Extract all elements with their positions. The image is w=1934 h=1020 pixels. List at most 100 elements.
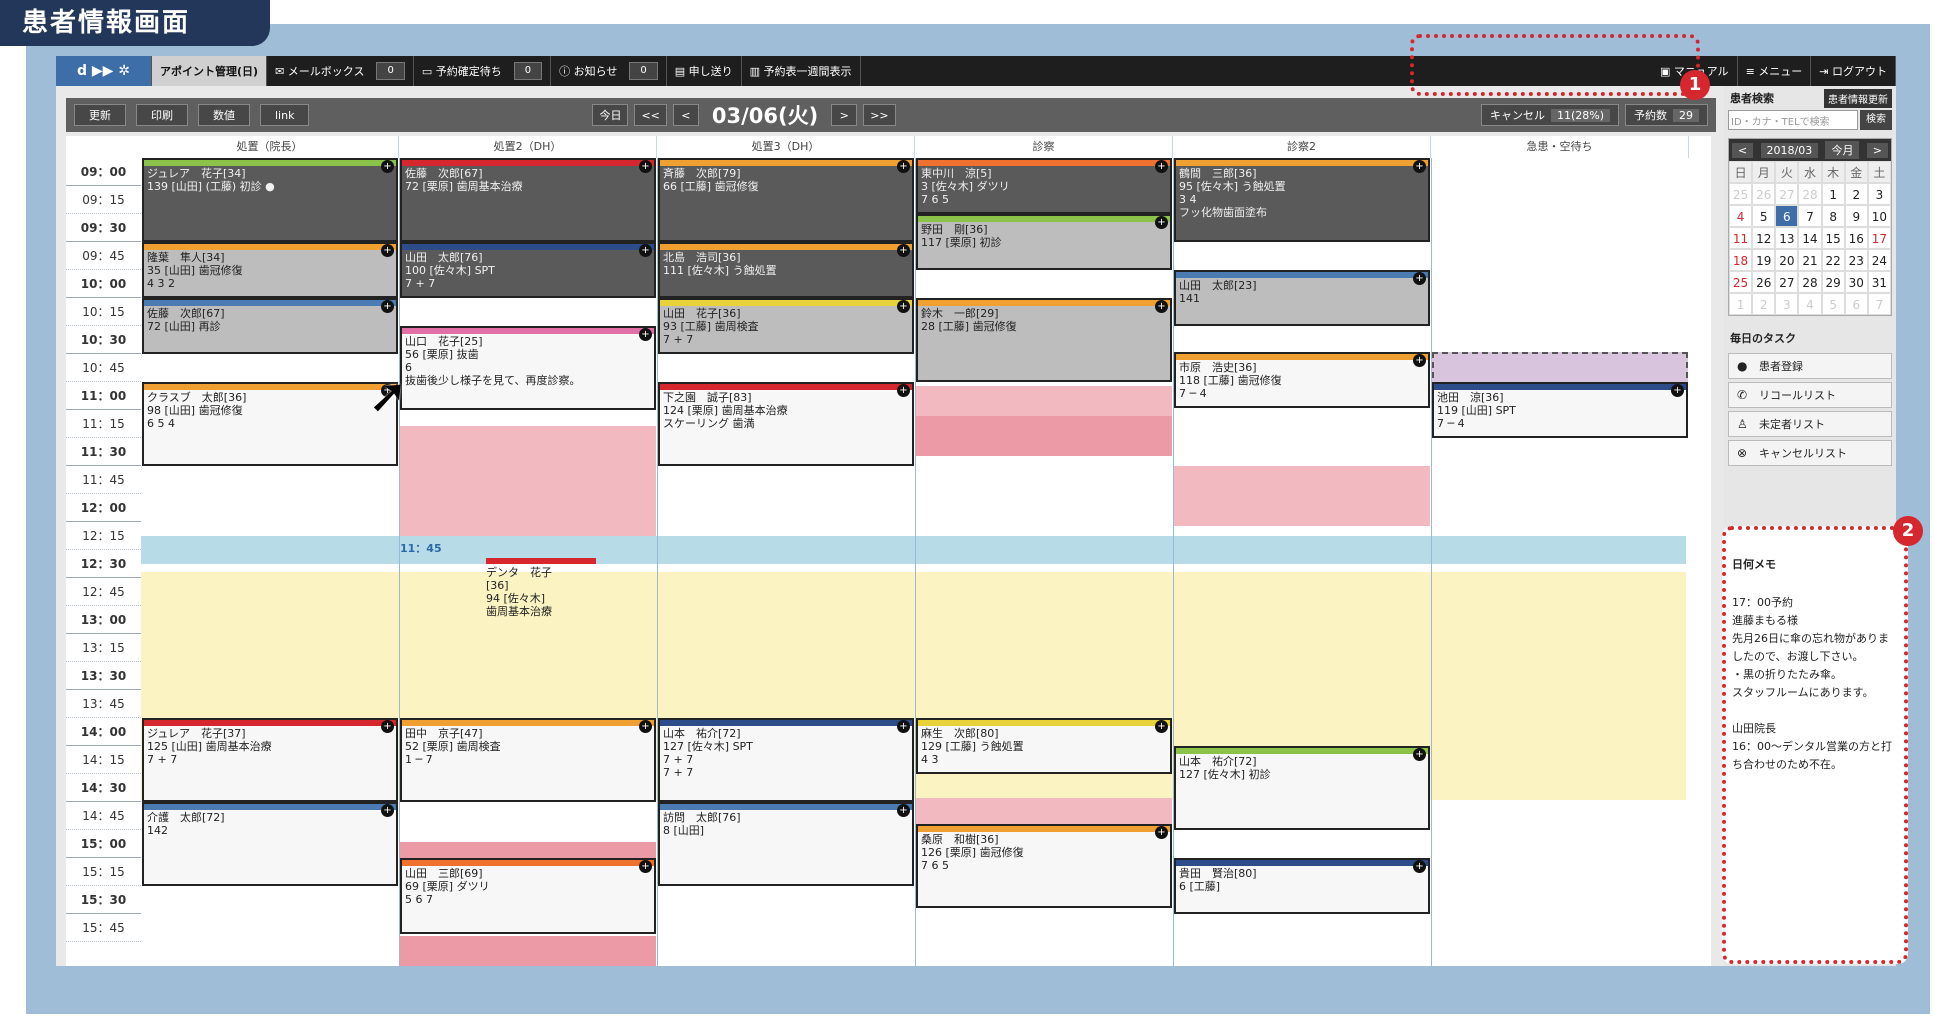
add-icon[interactable]: + [1413,354,1426,367]
appointment-card[interactable]: 池田 涼[36] 119 [山田] SPT 7 ─ 4 + [1432,382,1688,438]
task-patient-register[interactable]: ● 患者登録 [1728,353,1892,379]
appointment-card[interactable]: 山田 花子[36] 93 [工藤] 歯周検査 7 + 7 + [658,298,914,354]
cal-prev-button[interactable]: < [1732,142,1754,158]
nav-menu[interactable]: ≡ メニュー [1738,56,1812,86]
search-button[interactable]: 検索 [1860,110,1892,130]
appointment-card[interactable]: ジュレア 花子[34] 139 [山田] (工藤) 初診 ● + [142,158,398,242]
appointment-card[interactable]: 山田 三郎[69] 69 [栗原] ダツリ 5 6 7 + [400,858,656,934]
nav-notice[interactable]: ⓘ お知らせ 0 [551,56,667,86]
calendar-day[interactable]: 26 [1752,271,1776,293]
add-icon[interactable]: + [639,720,652,733]
calendar-day[interactable]: 9 [1844,205,1868,227]
free-slot[interactable] [916,416,1172,456]
appointment-card[interactable]: 東中川 涼[5] 3 [佐々木] ダツリ 7 6 5 + [916,158,1172,214]
cal-next-button[interactable]: > [1866,142,1888,158]
nav-handover[interactable]: ▤ 申し送り [667,56,742,86]
add-icon[interactable]: + [381,244,394,257]
calendar-day[interactable]: 5 [1821,293,1845,315]
appointment-card[interactable]: 山口 花子[25] 56 [栗原] 抜歯 6 抜歯後少し様子を見て、再度診察。 + [400,326,656,410]
calendar-day[interactable]: 13 [1775,227,1799,249]
add-icon[interactable]: + [639,160,652,173]
add-icon[interactable]: + [1155,216,1168,229]
add-icon[interactable]: + [639,860,652,873]
calendar-day[interactable]: 29 [1821,271,1845,293]
free-slot[interactable] [916,386,1172,416]
calendar-day[interactable]: 3 [1867,183,1891,205]
dragging-appointment[interactable]: デンタ 花子 [36] 94 [佐々木] 歯周基本治療 [486,558,596,618]
add-icon[interactable]: + [897,384,910,397]
calendar-day[interactable]: 4 [1729,205,1753,227]
calendar-day[interactable]: 21 [1798,249,1822,271]
add-icon[interactable]: + [381,720,394,733]
prev-week-button[interactable]: << [634,104,667,126]
appointment-card[interactable]: 斉藤 次郎[79] 66 [工藤] 歯冠修復 + [658,158,914,242]
appointment-card[interactable]: 貴田 賢治[80] 6 [工藤] + [1174,858,1430,914]
calendar-day[interactable]: 16 [1844,227,1868,249]
cal-this-month-button[interactable]: 今月 [1825,141,1860,159]
add-icon[interactable]: + [897,244,910,257]
free-slot[interactable] [916,798,1172,824]
appointment-card[interactable]: 田中 京子[47] 52 [栗原] 歯周検査 1 ─ 7 + [400,718,656,802]
calendar-day[interactable]: 6 [1844,293,1868,315]
add-icon[interactable]: + [1413,748,1426,761]
calendar-day[interactable]: 24 [1867,249,1891,271]
calendar-day[interactable]: 25 [1729,183,1753,205]
appointment-card[interactable]: 北島 浩司[36] 111 [佐々木] う蝕処置 + [658,242,914,298]
calendar-day[interactable]: 31 [1867,271,1891,293]
add-icon[interactable]: + [639,328,652,341]
appointment-card[interactable]: 野田 剛[36] 117 [栗原] 初診 + [916,214,1172,270]
appointment-card[interactable]: 介護 太郎[72] 142 + [142,802,398,886]
appointment-card[interactable]: ジュレア 花子[37] 125 [山田] 歯周基本治療 7 + 7 + [142,718,398,802]
nav-appointment[interactable]: アポイント管理(日) [152,56,268,86]
add-icon[interactable]: + [897,804,910,817]
calendar-day[interactable]: 30 [1844,271,1868,293]
appointment-card[interactable]: 山田 太郎[23] 141 + [1174,270,1430,326]
appointment-card[interactable]: 麻生 次郎[80] 129 [工藤] う蝕処置 4 3 + [916,718,1172,774]
add-icon[interactable]: + [1413,860,1426,873]
appointment-card[interactable]: 桑原 和樹[36] 126 [栗原] 歯冠修復 7 6 5 + [916,824,1172,908]
next-week-button[interactable]: >> [863,104,896,126]
print-button[interactable]: 印刷 [136,104,188,126]
free-slot[interactable] [1174,466,1430,526]
next-day-button[interactable]: > [831,104,858,126]
calendar-day[interactable]: 19 [1752,249,1776,271]
nav-weekly[interactable]: ▥ 予約表一週間表示 [742,56,861,86]
appointment-card[interactable]: 佐藤 次郎[67] 72 [山田] 再診 + [142,298,398,354]
add-icon[interactable]: + [381,804,394,817]
add-icon[interactable]: + [897,720,910,733]
add-icon[interactable]: + [1413,160,1426,173]
calendar-day[interactable]: 1 [1821,183,1845,205]
appointment-card[interactable]: 山本 祐介[72] 127 [佐々木] 初診 + [1174,746,1430,830]
appointment-card[interactable]: 下之園 誠子[83] 124 [栗原] 歯周基本治療 スケーリング 歯満 + [658,382,914,466]
calendar-day[interactable]: 26 [1752,183,1776,205]
calendar-day[interactable]: 14 [1798,227,1822,249]
appointment-card[interactable]: 鈴木 一郎[29] 28 [工藤] 歯冠修復 + [916,298,1172,382]
appointment-card[interactable]: 佐藤 次郎[67] 72 [栗原] 歯周基本治療 + [400,158,656,242]
task-recall-list[interactable]: ✆ リコールリスト [1728,382,1892,408]
appointment-card[interactable]: 山田 太郎[76] 100 [佐々木] SPT 7 + 7 + [400,242,656,298]
appointment-card[interactable]: 市原 浩史[36] 118 [工藤] 歯冠修復 7 ─ 4 + [1174,352,1430,408]
calendar-day[interactable]: 7 [1798,205,1822,227]
calendar-day[interactable]: 15 [1821,227,1845,249]
calendar-day[interactable]: 22 [1821,249,1845,271]
calendar-day[interactable]: 8 [1821,205,1845,227]
today-button[interactable]: 今日 [592,104,629,126]
add-icon[interactable]: + [1671,384,1684,397]
nav-mailbox[interactable]: ✉ メールボックス 0 [267,56,414,86]
calendar-day[interactable]: 1 [1729,293,1753,315]
add-icon[interactable]: + [381,300,394,313]
calendar-day[interactable]: 25 [1729,271,1753,293]
appointment-card[interactable]: 山本 祐介[72] 127 [佐々木] SPT 7 + 7 7 + 7 + [658,718,914,802]
appointment-card[interactable]: 鶴間 三郎[36] 95 [佐々木] う蝕処置 3 4 フッ化物歯面塗布 + [1174,158,1430,242]
nav-logout[interactable]: ⇥ ログアウト [1811,56,1896,86]
add-icon[interactable]: + [1155,826,1168,839]
calendar-day[interactable]: 12 [1752,227,1776,249]
appointment-card[interactable]: 隆葉 隼人[34] 35 [山田] 歯冠修復 4 3 2 + [142,242,398,298]
add-icon[interactable]: + [1155,720,1168,733]
daily-memo[interactable]: 日何メモ 17：00予約 進藤まもる様 先月26日に傘の忘れ物がありましたので、… [1722,526,1908,964]
calendar-day[interactable]: 10 [1867,205,1891,227]
calendar-day[interactable]: 2 [1752,293,1776,315]
link-button[interactable]: link [260,104,310,126]
count-button[interactable]: 数値 [198,104,250,126]
calendar-day[interactable]: 7 [1867,293,1891,315]
